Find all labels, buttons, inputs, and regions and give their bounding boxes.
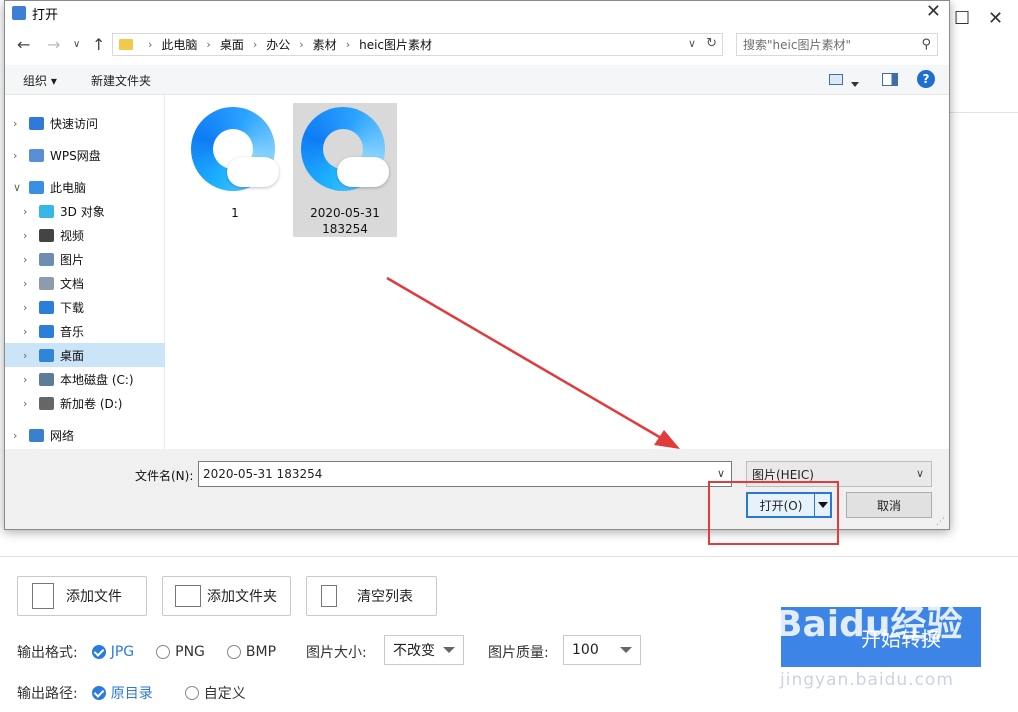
annotation-highlight-box [708, 481, 839, 545]
arrow-head [654, 430, 680, 449]
annotation-arrow [386, 276, 680, 449]
arrow-line [386, 276, 669, 444]
